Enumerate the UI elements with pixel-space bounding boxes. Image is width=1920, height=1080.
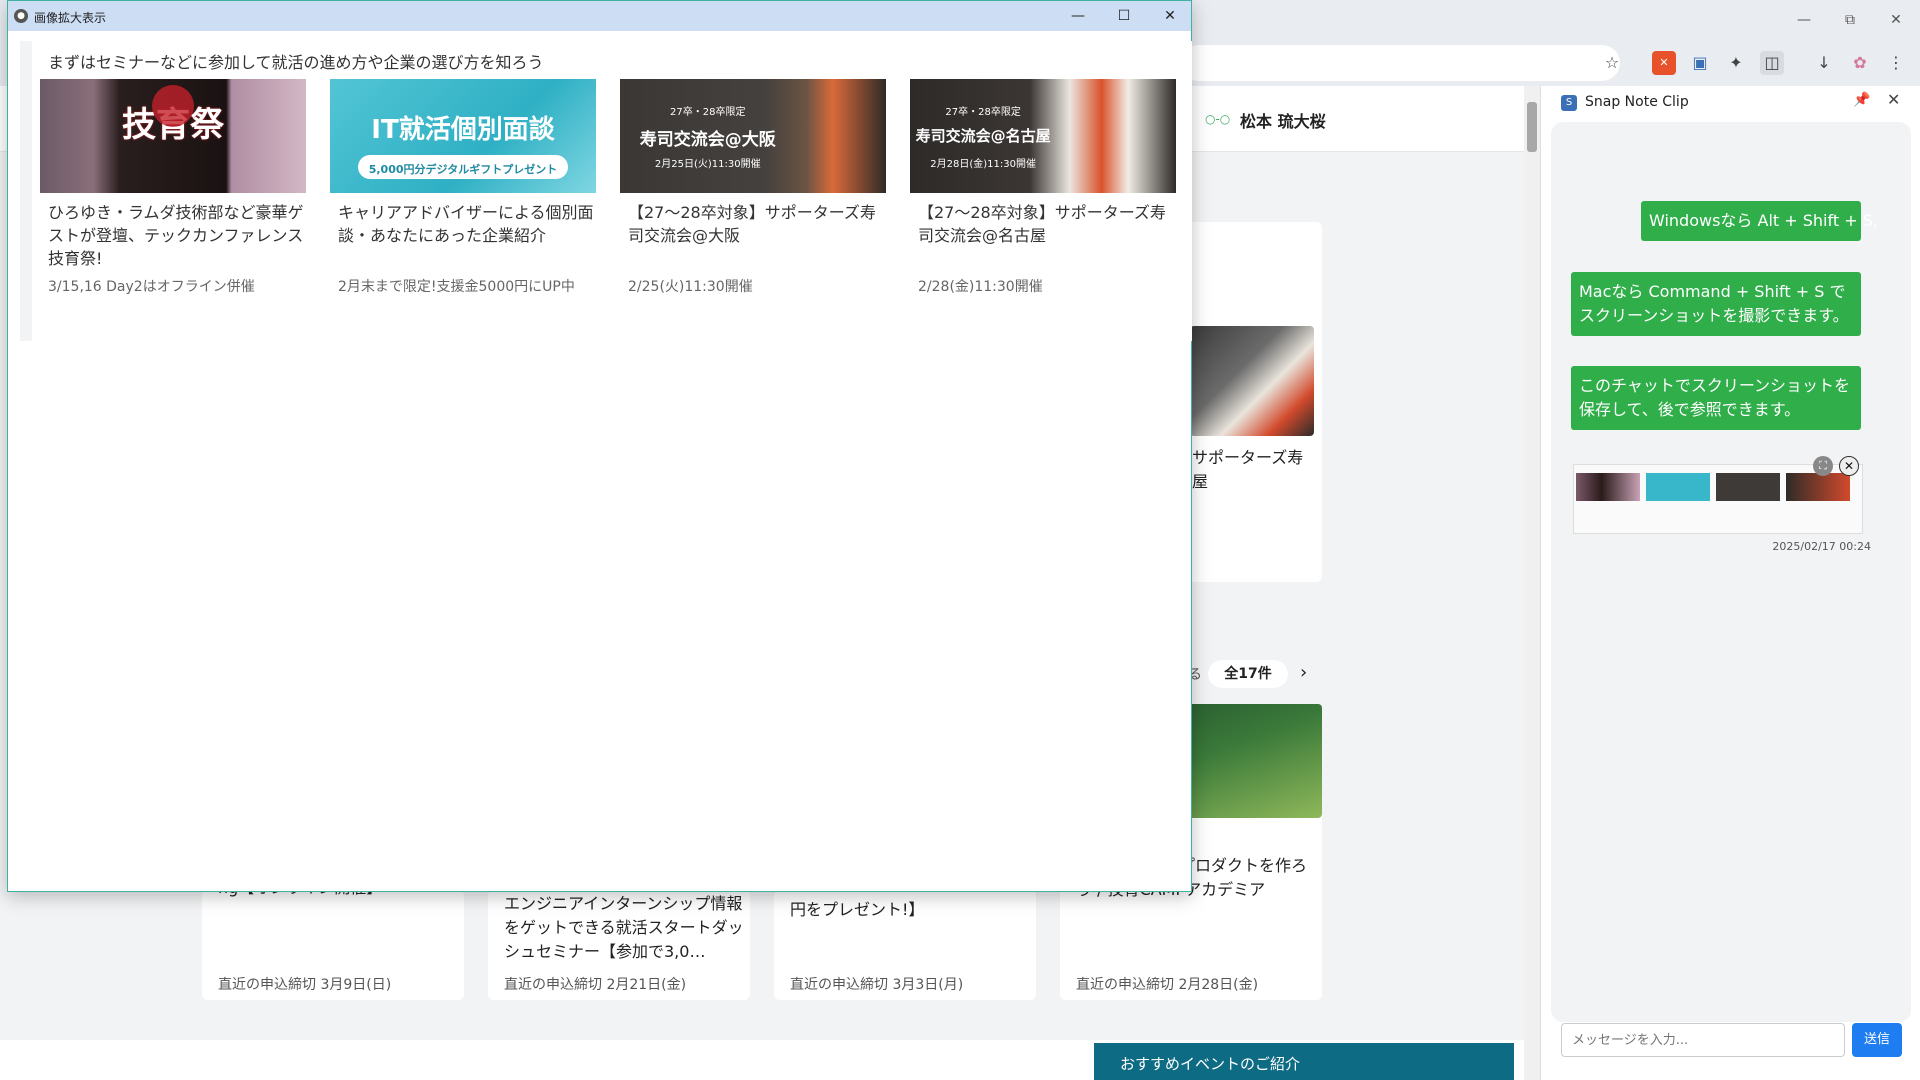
event-card-subtitle: 2月末まで限定!支援金5000円にUP中: [338, 279, 575, 295]
event-card-image: 27卒・28卒限定 寿司交流会@大阪 2月25日(火)11:30開催: [620, 79, 886, 193]
event-card-title: 【27〜28卒対象】サポーターズ寿司交流会@名古屋: [918, 203, 1166, 245]
recommend-banner[interactable]: おすすめイベントのご紹介: [1094, 1043, 1514, 1080]
chat-message: このチャットでスクリーンショットを保存して、後で参照できます。: [1571, 366, 1861, 430]
page-scrollbar[interactable]: [1524, 86, 1540, 1080]
content-left-stripe: [20, 41, 32, 341]
user-name[interactable]: 松本 琉大桜: [1240, 108, 1326, 132]
extension-red-icon[interactable]: ✕: [1652, 51, 1676, 75]
event-card-image-label: 寿司交流会@名古屋: [915, 127, 1051, 145]
red-circle-decoration: [152, 85, 194, 127]
mini-thumb-1: [1576, 473, 1640, 501]
window-title: 画像拡大表示: [34, 11, 107, 25]
expand-icon[interactable]: ⛶: [1813, 456, 1833, 476]
close-icon[interactable]: ✕: [1148, 3, 1192, 29]
message-input[interactable]: [1561, 1023, 1845, 1057]
chat-area[interactable]: Windowsなら Alt + Shift + S, Macなら Command…: [1551, 122, 1911, 1022]
bg-card-title-partial-2: 屋: [1192, 472, 1209, 491]
snap-note-extension-icon[interactable]: ▣: [1688, 51, 1712, 75]
user-logo-icon: ○-○: [1205, 112, 1231, 126]
mini-thumb-3: [1716, 473, 1780, 501]
send-button[interactable]: 送信: [1852, 1023, 1902, 1057]
chat-message: Windowsなら Alt + Shift + S,: [1641, 201, 1878, 241]
event-card-image-tag: 27卒・28卒限定: [670, 107, 746, 118]
saved-screenshot[interactable]: ⛶ ✕: [1573, 456, 1863, 536]
event-card-image-tag: 27卒・28卒限定: [945, 107, 1021, 118]
bg-sushi-thumbnail: [1190, 326, 1314, 436]
event-card-title: キャリアアドバイザーによる個別面談・あなたにあった企業紹介: [338, 203, 594, 245]
bg-lower-card-1-deadline: 直近の申込締切 3月9日(日): [218, 977, 392, 993]
event-card-title: ひろゆき・ラムダ技術部など豪華ゲストが登壇、テックカンファレンス技育祭!: [48, 203, 304, 268]
side-panel-title: Snap Note Clip: [1585, 94, 1689, 110]
event-card-image-sub: 5,000円分デジタルギフトプレゼント: [368, 163, 558, 176]
event-card-image-date: 2月28日(金)11:30開催: [930, 159, 1036, 170]
count-pill[interactable]: 全17件: [1208, 660, 1288, 688]
pin-icon[interactable]: 📌: [1853, 92, 1870, 108]
delete-icon[interactable]: ✕: [1839, 456, 1859, 476]
profile-avatar-icon[interactable]: ✿: [1848, 51, 1872, 75]
event-card-subtitle: 2/28(金)11:30開催: [918, 279, 1043, 295]
mini-thumb-2: [1646, 473, 1710, 501]
event-card-subtitle: 2/25(火)11:30開催: [628, 279, 753, 295]
chevron-right-icon[interactable]: ›: [1300, 662, 1307, 683]
window-titlebar[interactable]: ● 画像拡大表示 — ☐ ✕: [8, 1, 1191, 31]
event-card-image: 技育祭: [40, 79, 306, 193]
bg-lower-card-3-deadline: 直近の申込締切 3月3日(月): [790, 977, 964, 993]
minimize-icon[interactable]: —: [1784, 8, 1824, 32]
chat-message: Macなら Command + Shift + S でスクリーンショットを撮影で…: [1571, 272, 1861, 336]
bookmark-star-icon[interactable]: ☆: [1600, 51, 1624, 75]
event-card-image-date: 2月25日(火)11:30開催: [654, 159, 761, 170]
screenshot-timestamp: 2025/02/17 00:24: [1772, 540, 1871, 553]
close-icon[interactable]: ✕: [1887, 90, 1900, 109]
snap-note-logo-icon: S: [1561, 95, 1577, 111]
scrollbar-thumb[interactable]: [1527, 102, 1537, 152]
bg-lower-card-3-title: 円をプレゼント!】: [790, 900, 925, 919]
side-panel-icon[interactable]: ◫: [1760, 51, 1784, 75]
event-card-image-label: IT就活個別面談: [371, 115, 555, 145]
maximize-icon[interactable]: ☐: [1102, 3, 1146, 29]
side-panel-header: S Snap Note Clip 📌 ✕: [1541, 86, 1920, 120]
restore-icon[interactable]: ⧉: [1830, 8, 1870, 32]
event-card-title: 【27〜28卒対象】サポーターズ寿司交流会@大阪: [628, 203, 876, 245]
download-icon[interactable]: ↓: [1812, 51, 1836, 75]
event-card-image: IT就活個別面談 5,000円分デジタルギフトプレゼント: [330, 79, 596, 193]
address-bar[interactable]: [1180, 45, 1620, 81]
image-zoom-window: ● 画像拡大表示 — ☐ ✕ まずはセミナーなどに参加して就活の進め方や企業の選…: [7, 0, 1192, 892]
minimize-icon[interactable]: —: [1056, 3, 1100, 29]
mini-thumb-4: [1786, 473, 1850, 501]
bg-lower-card-2-deadline: 直近の申込締切 2月21日(金): [504, 977, 687, 993]
event-card-subtitle: 3/15,16 Day2はオフライン併催: [48, 279, 255, 295]
close-icon[interactable]: ✕: [1876, 8, 1916, 32]
event-card-image-label: 寿司交流会@大阪: [639, 130, 776, 150]
menu-kebab-icon[interactable]: ⋮: [1884, 51, 1908, 75]
event-card-image: 27卒・28卒限定 寿司交流会@名古屋 2月28日(金)11:30開催: [910, 79, 1176, 193]
bg-lower-card-4-deadline: 直近の申込締切 2月28日(金): [1076, 977, 1259, 993]
extensions-puzzle-icon[interactable]: ✦: [1724, 51, 1748, 75]
bg-card-title-partial: サポーターズ寿: [1192, 448, 1304, 467]
section-heading: まずはセミナーなどに参加して就活の進め方や企業の選び方を知ろう: [48, 53, 544, 72]
side-panel: S Snap Note Clip 📌 ✕ Windowsなら Alt + Shi…: [1540, 86, 1920, 1080]
window-app-icon: ●: [14, 9, 28, 23]
bg-lower-card-2-title: エンジニアインターンシップ情報をゲットできる就活スタートダッシュセミナー【参加で…: [504, 894, 744, 961]
